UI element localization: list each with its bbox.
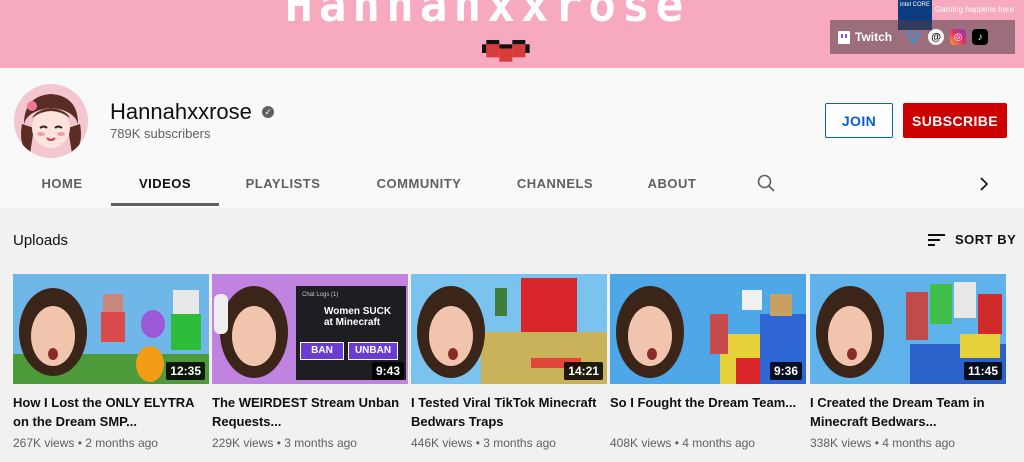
banner-links: Twitch 🐦︎ @ ◎ ♪ xyxy=(830,20,1015,54)
ban-button: BAN xyxy=(300,342,344,360)
video-duration: 11:45 xyxy=(963,362,1002,380)
chat-log-header: Chat Logs (1) xyxy=(302,292,339,298)
video-meta: 338K views • 4 months ago xyxy=(810,436,955,450)
tab-playlists[interactable]: PLAYLISTS xyxy=(234,164,332,206)
video-duration: 9:43 xyxy=(371,362,404,380)
threads-icon[interactable]: @ xyxy=(928,29,945,45)
video-thumbnail[interactable]: Chat Logs (1) Women SUCK at Minecraft BA… xyxy=(212,274,408,384)
subscriber-count: 789K subscribers xyxy=(110,126,211,141)
video-age: 3 months ago xyxy=(483,436,556,450)
video-meta: 267K views • 2 months ago xyxy=(13,436,158,450)
avatar-illustration xyxy=(14,84,88,158)
video-duration: 9:36 xyxy=(769,362,802,380)
uploads-section: Uploads SORT BY 12:35 How I Lost the ONL… xyxy=(0,208,1024,462)
instagram-icon[interactable]: ◎ xyxy=(950,29,967,45)
checkmark-icon: ✓ xyxy=(262,106,274,118)
video-thumbnail[interactable]: 9:36 xyxy=(610,274,806,384)
video-age: 4 months ago xyxy=(882,436,955,450)
video-thumbnail[interactable]: 12:35 xyxy=(13,274,209,384)
video-title[interactable]: How I Lost the ONLY ELYTRA on the Dream … xyxy=(13,393,209,431)
video-title[interactable]: I Created the Dream Team in Minecraft Be… xyxy=(810,393,1006,431)
video-thumbnail[interactable]: 11:45 xyxy=(810,274,1006,384)
sort-label: SORT BY xyxy=(955,232,1017,247)
video-duration: 12:35 xyxy=(166,362,205,380)
video-views: 229K views xyxy=(212,436,274,450)
avatar[interactable] xyxy=(14,84,88,158)
twitch-link[interactable]: Twitch xyxy=(838,30,892,44)
twitch-label: Twitch xyxy=(855,30,893,44)
tab-channels[interactable]: CHANNELS xyxy=(505,164,605,206)
tiktok-icon[interactable]: ♪ xyxy=(972,29,989,45)
video-card[interactable]: 12:35 How I Lost the ONLY ELYTRA on the … xyxy=(13,274,209,450)
channel-banner: Hannahxxrose intel CORE Gaming happens h… xyxy=(0,0,1024,68)
video-age: 4 months ago xyxy=(682,436,755,450)
twitch-icon xyxy=(838,30,850,44)
video-meta: 446K views • 3 months ago xyxy=(411,436,556,450)
chevron-right-icon[interactable] xyxy=(978,176,990,192)
subscribe-button[interactable]: SUBSCRIBE xyxy=(903,103,1007,138)
pixel-heart-icon xyxy=(482,40,530,62)
video-card[interactable]: 14:21 I Tested Viral TikTok Minecraft Be… xyxy=(411,274,607,450)
tab-videos[interactable]: VIDEOS xyxy=(111,164,219,206)
tab-about[interactable]: ABOUT xyxy=(637,164,707,206)
video-views: 338K views xyxy=(810,436,872,450)
channel-header: Hannahxxrose ✓ 789K subscribers JOIN SUB… xyxy=(0,68,1024,208)
twitter-icon[interactable]: 🐦︎ xyxy=(906,29,922,45)
banner-title: Hannahxxrose xyxy=(285,0,690,32)
tab-community[interactable]: COMMUNITY xyxy=(364,164,474,206)
channel-tabs: HOME VIDEOS PLAYLISTS COMMUNITY CHANNELS… xyxy=(0,164,1024,208)
unban-button: UNBAN xyxy=(348,342,398,360)
tab-home[interactable]: HOME xyxy=(28,164,96,206)
video-title[interactable]: So I Fought the Dream Team... xyxy=(610,393,806,431)
search-icon[interactable] xyxy=(757,174,775,192)
video-duration: 14:21 xyxy=(564,362,603,380)
ad-text: Gaming happens here xyxy=(935,5,1015,14)
join-button[interactable]: JOIN xyxy=(825,103,893,138)
video-card[interactable]: 11:45 I Created the Dream Team in Minecr… xyxy=(810,274,1006,450)
video-card[interactable]: Chat Logs (1) Women SUCK at Minecraft BA… xyxy=(212,274,408,450)
video-views: 408K views xyxy=(610,436,672,450)
video-views: 267K views xyxy=(13,436,75,450)
video-card[interactable]: 9:36 So I Fought the Dream Team... 408K … xyxy=(610,274,806,450)
video-meta: 408K views • 4 months ago xyxy=(610,436,755,450)
sort-by-button[interactable]: SORT BY xyxy=(928,232,1016,247)
sort-icon xyxy=(928,233,945,247)
channel-name: Hannahxxrose xyxy=(110,99,252,124)
section-title: Uploads xyxy=(13,232,69,249)
video-age: 3 months ago xyxy=(284,436,357,450)
video-meta: 229K views • 3 months ago xyxy=(212,436,357,450)
chat-log-message: Women SUCK at Minecraft xyxy=(324,306,392,328)
video-thumbnail[interactable]: 14:21 xyxy=(411,274,607,384)
video-age: 2 months ago xyxy=(85,436,158,450)
video-views: 446K views xyxy=(411,436,473,450)
video-title[interactable]: The WEIRDEST Stream Unban Requests... xyxy=(212,393,408,431)
video-title[interactable]: I Tested Viral TikTok Minecraft Bedwars … xyxy=(411,393,607,431)
